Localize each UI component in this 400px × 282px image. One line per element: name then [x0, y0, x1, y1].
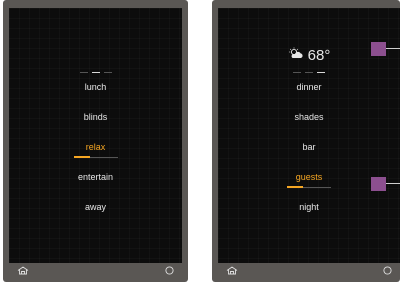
circle-icon[interactable]	[165, 266, 174, 275]
scene-item-blinds[interactable]: blinds	[9, 112, 182, 142]
annotation-line-bottom	[386, 183, 400, 184]
scene-item-shades[interactable]: shades	[218, 112, 400, 142]
temperature: 68°	[307, 46, 331, 64]
selection-underline	[73, 156, 118, 158]
annotation-marker-bottom	[371, 177, 386, 191]
scene-item-entertain[interactable]: entertain	[9, 172, 182, 202]
left-footer	[9, 263, 182, 278]
left-screen: lunch blinds relax entertain away	[9, 8, 182, 263]
page-indicator	[218, 72, 400, 73]
partly-cloudy-icon	[288, 46, 304, 64]
scene-item-away[interactable]: away	[9, 202, 182, 232]
scene-item-bar[interactable]: bar	[218, 142, 400, 172]
scene-item-lunch[interactable]: lunch	[9, 82, 182, 112]
scene-menu-right: dinner shades bar guests night	[218, 72, 400, 232]
right-footer	[218, 263, 400, 278]
page-indicator	[9, 72, 182, 73]
home-icon[interactable]	[226, 266, 238, 275]
scene-item-night[interactable]: night	[218, 202, 400, 232]
annotation-line-top	[386, 48, 400, 49]
scene-menu-left: lunch blinds relax entertain away	[9, 72, 182, 232]
home-icon[interactable]	[17, 266, 29, 275]
annotation-marker-top	[371, 42, 386, 56]
scene-item-dinner[interactable]: dinner	[218, 82, 400, 112]
selection-underline	[287, 186, 331, 188]
left-device: lunch blinds relax entertain away	[3, 0, 188, 282]
scene-item-relax[interactable]: relax	[9, 142, 182, 172]
circle-icon[interactable]	[383, 266, 392, 275]
